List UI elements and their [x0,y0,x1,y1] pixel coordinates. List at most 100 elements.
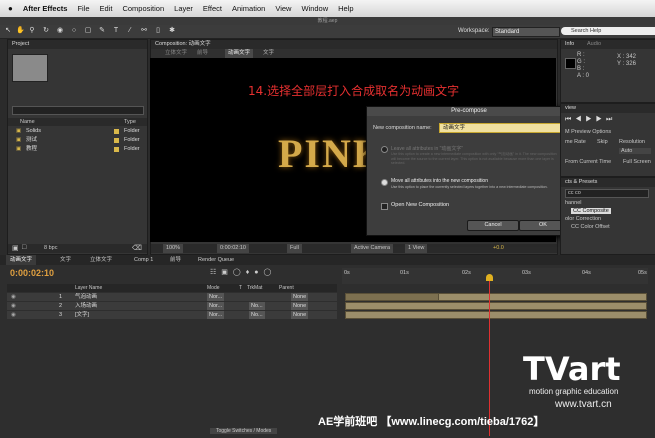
interpret-footage-icon[interactable]: ▣ [12,244,19,252]
menu-file[interactable]: File [77,4,89,13]
col-mode[interactable]: Mode [207,284,220,292]
eye-icon[interactable]: ◉ [11,311,16,319]
leave-attributes-label: Leave all attributes in "动画文字" [391,146,464,152]
new-folder-icon[interactable]: □ [22,244,26,251]
type-tool-icon[interactable]: T [112,27,120,35]
search-help-input[interactable]: Search Help [561,27,655,35]
col-layer-name[interactable]: Layer Name [75,284,102,292]
col-name[interactable]: Name [20,118,35,126]
effects-search-input[interactable]: cc co [565,189,649,198]
timeline-tab[interactable]: Comp 1 [130,255,157,265]
timeline-tab[interactable]: 动画文字 [6,255,37,265]
effect-category[interactable]: olor Correction [565,216,601,222]
resolution-select[interactable]: Auto [619,148,651,154]
current-time-indicator[interactable] [489,276,490,436]
project-search-input[interactable] [12,106,144,115]
time-ruler[interactable]: 0s 01s 02s 03s 04s 05s [342,268,648,284]
move-attributes-radio[interactable] [381,179,388,186]
selection-tool-icon[interactable]: ↖ [4,27,12,35]
audio-tab[interactable]: Audio [587,40,601,49]
effects-tab[interactable]: cts & Presets [561,178,655,187]
camera-tool-icon[interactable]: ◉ [56,27,64,35]
camera-select[interactable]: Active Camera [351,244,394,253]
zoom-tool-icon[interactable]: ⚲ [28,27,36,35]
menu-composition[interactable]: Composition [122,4,164,13]
bpc-label[interactable]: 8 bpc [44,244,57,253]
full-screen-checkbox[interactable]: Full Screen [623,159,651,165]
workspace-select[interactable]: Standard [492,27,560,37]
cancel-button[interactable]: Cancel [467,220,519,231]
pan-behind-tool-icon[interactable]: ○ [70,27,78,35]
dialog-title: Pre-compose [367,107,571,116]
col-trkmat[interactable]: TrkMat [247,284,262,292]
rotate-tool-icon[interactable]: ↻ [42,27,50,35]
mask-tool-icon[interactable]: ▢ [84,27,92,35]
layer-row[interactable]: ◉ 1 气泡动画 Nor... None [7,293,337,301]
col-parent[interactable]: Parent [279,284,294,292]
col-type[interactable]: Type [124,118,136,126]
project-item[interactable]: ▣ 测试 Folder [8,136,147,145]
info-tab[interactable]: Info [565,41,574,47]
menu-help[interactable]: Help [338,4,353,13]
name-label: New composition name: [373,125,432,131]
breadcrumb-item[interactable]: 立体文字 [165,49,187,58]
views-select[interactable]: 1 View [405,244,428,253]
leave-attributes-radio[interactable] [381,146,388,153]
effect-item[interactable]: CC Color Offset [571,224,610,230]
menu-after-effects[interactable]: After Effects [23,4,68,13]
open-new-comp-checkbox[interactable] [381,203,388,210]
playback-controls[interactable]: ⏮◀▶▶⏭ [565,116,653,124]
menu-animation[interactable]: Animation [232,4,265,13]
puppet-tool-icon[interactable]: ✱ [168,27,176,35]
composition-tab[interactable]: Composition: 动画文字 [151,40,557,49]
tvart-tagline: motion graphic education [529,387,619,396]
col-t[interactable]: T [239,284,242,292]
layer-row[interactable]: ◉ 3 [文字] Nor... No... None [7,311,337,319]
menu-bar: ● After Effects File Edit Composition La… [0,0,655,17]
trash-icon[interactable]: ⌫ [132,244,142,252]
zoom-select[interactable]: 100% [163,244,184,253]
project-tab[interactable]: Project [8,40,147,49]
timecode-display[interactable]: 0:00:02:10 [217,244,249,253]
hand-tool-icon[interactable]: ✋ [16,27,25,35]
comp-name-input[interactable]: 动画文字 [439,123,564,133]
layer-row[interactable]: ◉ 2 入场动画 Nor... No... None [7,302,337,310]
timeline-timecode[interactable]: 0:00:02:10 [10,268,54,278]
menu-layer[interactable]: Layer [174,4,193,13]
toggle-switches-modes[interactable]: Toggle Switches / Modes [210,428,278,434]
breadcrumb-item[interactable]: 前导 [197,49,208,58]
effect-item-selected[interactable]: CC Composite [571,208,611,214]
timeline-tab[interactable]: 前导 [166,255,185,265]
effect-category[interactable]: hannel [565,200,582,206]
breadcrumb-item[interactable]: 文字 [263,49,274,58]
from-current-time-checkbox[interactable]: From Current Time [565,159,611,165]
layer-bar-active[interactable] [438,293,647,301]
project-item[interactable]: ▣ Solids Folder [8,127,147,136]
preview-tab[interactable]: view [561,104,655,113]
playhead-icon[interactable] [486,274,493,281]
layer-bar[interactable] [345,302,647,310]
move-attributes-desc: Use this option to place the currently s… [391,185,548,189]
menu-window[interactable]: Window [301,4,328,13]
menu-view[interactable]: View [275,4,291,13]
timeline-tab[interactable]: 文字 [56,255,75,265]
layer-bar[interactable] [345,311,647,319]
ram-preview-options[interactable]: M Preview Options [565,129,611,135]
menu-effect[interactable]: Effect [203,4,222,13]
brush-tool-icon[interactable]: ⁄ [126,27,134,35]
timeline-tab[interactable]: Render Queue [194,255,238,265]
breadcrumb-item[interactable]: 动画文字 [225,49,254,58]
apple-icon[interactable]: ● [8,4,13,13]
exposure-value[interactable]: +0.0 [493,244,504,253]
eye-icon[interactable]: ◉ [11,302,16,310]
project-item[interactable]: ▣ 教程 Folder [8,145,147,154]
eraser-tool-icon[interactable]: ▯ [154,27,162,35]
menu-edit[interactable]: Edit [100,4,113,13]
workspace-label: Workspace: [458,28,490,34]
timeline-tab[interactable]: 立体文字 [86,255,116,265]
clone-tool-icon[interactable]: ⚯ [140,27,148,35]
eye-icon[interactable]: ◉ [11,293,16,301]
resolution-select[interactable]: Full [287,244,302,253]
timeline-switches[interactable]: ☷▣◯♦●◯ [210,268,340,277]
pen-tool-icon[interactable]: ✎ [98,27,106,35]
